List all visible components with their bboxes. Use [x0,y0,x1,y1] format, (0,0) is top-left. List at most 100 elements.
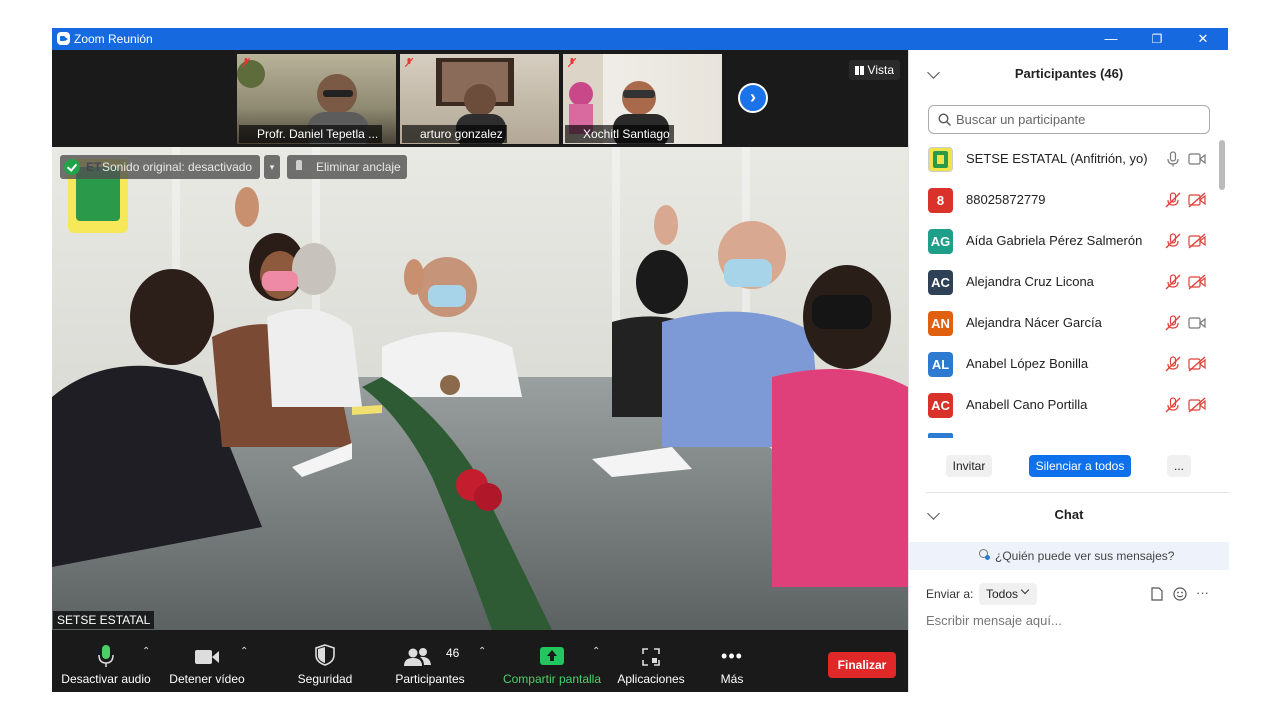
apps-icon [642,648,660,666]
participants-button-label: Participantes [395,672,465,686]
participant-row[interactable]: AN Alejandra Nácer García [909,303,1219,343]
chat-privacy-text: ¿Quién puede ver sus mensajes? [995,549,1175,563]
side-panel: Participantes (46) Buscar un participant… [908,50,1229,692]
chat-message-input[interactable]: Escribir mensaje aquí... [926,613,1216,635]
camera-icon[interactable] [1188,151,1206,167]
chat-title: Chat [1054,507,1084,522]
chevron-down-icon [1020,585,1030,595]
chat-message-placeholder: Escribir mensaje aquí... [926,613,1062,628]
video-thumbnail[interactable]: Profr. Daniel Tepetla ... [237,54,396,144]
participants-scrollbar[interactable] [1219,140,1225,190]
participant-row[interactable]: SETSE ESTATAL (Anfitrión, yo) [909,139,1219,179]
participant-row[interactable]: 8 88025872779 [909,180,1219,220]
video-off-icon[interactable] [1188,192,1206,208]
lock-dot-icon [985,555,990,560]
file-icon[interactable] [1151,587,1163,601]
chat-more-icon[interactable]: ··· [1196,585,1209,600]
more-options-button[interactable]: ... [1167,455,1191,477]
more-button[interactable]: ••• Más [706,630,758,692]
muted-mic-icon[interactable] [1165,233,1181,249]
close-button[interactable]: ✕ [1180,28,1226,50]
security-button[interactable]: Seguridad [290,630,360,692]
muted-mic-icon[interactable] [1165,397,1181,413]
participant-name: Alejandra Nácer García [966,315,1102,330]
avatar: AL [928,352,953,377]
thumbnail-name: Xochitl Santiago [565,125,674,143]
mute-all-button[interactable]: Silenciar a todos [1029,455,1131,477]
participant-name: Aída Gabriela Pérez Salmerón [966,233,1143,248]
video-thumbnail[interactable]: arturo gonzalez [400,54,559,144]
participant-row[interactable]: AC Alejandra Cruz Licona [909,262,1219,302]
share-screen-button[interactable]: Compartir pantalla [500,630,604,692]
share-options-caret-icon[interactable]: ⌃ [592,646,600,657]
muted-mic-icon [242,58,250,67]
thumbnail-name: arturo gonzalez [402,125,507,143]
more-dots-icon: ••• [721,646,743,666]
main-video: ET Sonido original: desactivado ▾ Elimin… [52,147,908,630]
participant-search-input[interactable]: Buscar un participante [928,105,1210,134]
invite-button[interactable]: Invitar [946,455,992,477]
restore-button[interactable]: ❐ [1134,28,1180,50]
meeting-room-video: ET [52,147,908,630]
participant-name: Alejandra Cruz Licona [966,274,1094,289]
view-button[interactable]: Vista [848,60,900,80]
grid-icon [854,66,864,75]
send-to-dropdown[interactable]: Todos [979,583,1037,605]
participants-icon [404,648,431,666]
shield-icon [315,644,335,666]
participant-name: Anabel López Bonilla [966,356,1089,371]
thumbnail-strip: Profr. Daniel Tepetla ... arturo gonzale… [52,50,908,146]
chevron-down-icon[interactable]: ▾ [264,155,280,179]
chat-privacy-banner[interactable]: ¿Quién puede ver sus mensajes? [909,542,1229,570]
search-placeholder: Buscar un participante [956,112,1086,127]
video-off-icon[interactable] [1188,233,1206,249]
pin-icon [296,160,302,170]
participant-name: SETSE ESTATAL (Anfitrión, yo) [966,151,1148,166]
video-button[interactable]: Detener vídeo [165,630,249,692]
muted-mic-icon [568,58,576,67]
muted-mic-icon[interactable] [1165,356,1181,372]
window-title: Zoom Reunión [74,32,153,46]
emoji-icon[interactable] [1173,587,1187,601]
apps-button[interactable]: Aplicaciones [612,630,690,692]
self-video-name: SETSE ESTATAL [53,611,155,629]
participant-row[interactable]: AG Aída Gabriela Pérez Salmerón [909,221,1219,261]
muted-mic-icon[interactable] [1165,192,1181,208]
video-area: Profr. Daniel Tepetla ... arturo gonzale… [52,50,908,630]
avatar: 8 [928,188,953,213]
mic-icon[interactable] [1165,151,1181,167]
video-off-icon[interactable] [1188,356,1206,372]
video-thumbnail[interactable]: Xochitl Santiago [563,54,722,144]
more-button-label: Más [720,672,744,686]
camera-icon[interactable] [1188,315,1206,331]
zoom-logo-icon [57,32,70,45]
video-off-icon[interactable] [1188,274,1206,290]
share-screen-label: Compartir pantalla [502,672,602,686]
camera-icon [195,650,219,664]
divider [926,492,1229,493]
minimize-button[interactable]: — [1088,28,1134,50]
unpin-chip[interactable]: Eliminar anclaje [287,155,407,179]
muted-mic-icon [405,58,413,67]
avatar: AN [928,311,953,336]
original-sound-chip[interactable]: Sonido original: desactivado ▾ [60,155,280,179]
audio-options-caret-icon[interactable]: ⌃ [142,646,150,657]
end-meeting-button[interactable]: Finalizar [828,652,896,678]
thumbnail-name: Profr. Daniel Tepetla ... [239,125,383,143]
next-page-button[interactable]: › [738,83,768,113]
participant-row[interactable]: AL Anabel López Bonilla [909,344,1219,384]
audio-button[interactable]: Desactivar audio [58,630,154,692]
muted-mic-icon[interactable] [1165,315,1181,331]
participants-button[interactable]: 46 Participantes [390,630,470,692]
avatar [928,147,953,172]
participant-row[interactable]: AC Anabell Cano Portilla [909,385,1219,425]
video-options-caret-icon[interactable]: ⌃ [240,646,248,657]
video-off-icon[interactable] [1188,397,1206,413]
video-button-label: Detener vídeo [169,672,245,686]
participant-name: Anabell Cano Portilla [966,397,1088,412]
participants-options-caret-icon[interactable]: ⌃ [478,646,486,657]
partial-avatar [928,433,953,438]
muted-mic-icon[interactable] [1165,274,1181,290]
send-to-value: Todos [986,587,1019,601]
window-titlebar: Zoom Reunión — ❐ ✕ [52,28,1228,50]
